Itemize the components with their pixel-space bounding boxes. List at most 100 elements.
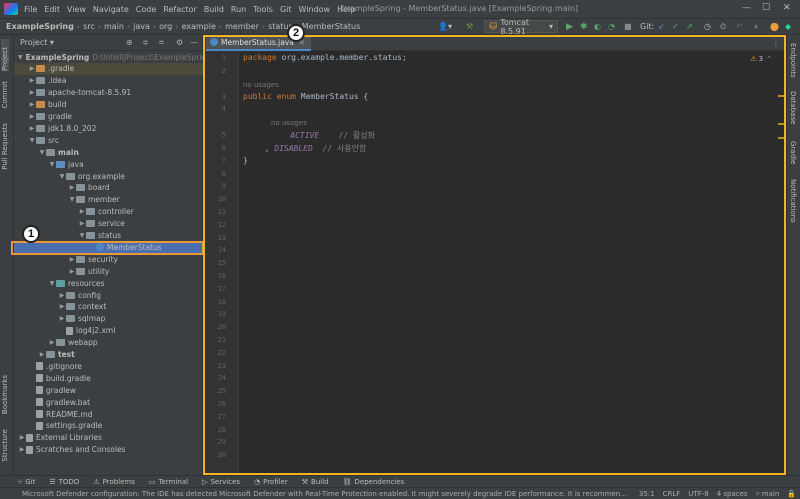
tree-item[interactable]: ▶ gradle xyxy=(14,111,203,123)
tree-item[interactable]: ▶ jdk1.8.0_202 xyxy=(14,122,203,134)
lock-icon[interactable]: 🔓 xyxy=(787,490,796,498)
project-view-selector[interactable]: Project ▾ xyxy=(20,38,54,47)
tree-item[interactable]: ▼ ExampleSpring D:\IntelliJProject\Example… xyxy=(14,51,211,63)
code-line[interactable]: public enum MemberStatus { xyxy=(243,92,368,101)
bottom-tool-services[interactable]: ▷ Services xyxy=(202,478,240,486)
close-icon[interactable]: ✕ xyxy=(783,3,791,13)
structure-tool-tab[interactable]: Structure xyxy=(1,429,9,462)
tree-item[interactable]: log4j2.xml xyxy=(14,325,203,337)
bottom-tool-profiler[interactable]: ◔ Profiler xyxy=(254,478,288,486)
chevron-right-icon[interactable]: ▶ xyxy=(28,125,36,132)
chevron-down-icon[interactable]: ▼ xyxy=(48,161,56,168)
chevron-right-icon[interactable]: ▶ xyxy=(38,351,46,358)
editor-scrollbar[interactable] xyxy=(778,65,784,465)
tree-item[interactable]: settings.gradle xyxy=(14,420,203,432)
bookmarks-tool-tab[interactable]: Bookmarks xyxy=(1,375,9,414)
menu-build[interactable]: Build xyxy=(204,5,224,14)
usage-hint[interactable]: no usages xyxy=(243,81,279,89)
chevron-down-icon[interactable]: ▼ xyxy=(28,137,36,144)
indent-setting[interactable]: 4 spaces xyxy=(717,490,748,498)
tree-item[interactable]: MemberStatus xyxy=(14,241,203,254)
project-tool-tab[interactable]: Project xyxy=(1,39,9,71)
gradle-tool-tab[interactable]: Gradle xyxy=(789,141,797,164)
git-push-icon[interactable]: ↗ xyxy=(686,20,693,33)
menu-git[interactable]: Git xyxy=(280,5,292,14)
menu-window[interactable]: Window xyxy=(299,5,331,14)
menu-code[interactable]: Code xyxy=(136,5,156,14)
breadcrumb-item[interactable]: member xyxy=(225,22,259,31)
hammer-icon[interactable]: ⚒ xyxy=(466,20,473,33)
menu-file[interactable]: File xyxy=(24,5,37,14)
tree-item[interactable]: ▶ apache-tomcat-8.5.91 xyxy=(14,87,203,99)
git-history-icon[interactable]: ◷ xyxy=(704,20,711,33)
inspection-widget[interactable]: ⚠ 3 ⌃ xyxy=(750,55,772,63)
caret-position[interactable]: 35:1 xyxy=(639,490,655,498)
code-line[interactable]: } xyxy=(243,156,248,165)
minimize-icon[interactable]: — xyxy=(742,3,751,13)
chevron-right-icon[interactable]: ▶ xyxy=(58,315,66,322)
line-separator[interactable]: CRLF xyxy=(663,490,681,498)
database-tool-tab[interactable]: Database xyxy=(789,91,797,124)
bottom-tool-problems[interactable]: ⚠ Problems xyxy=(93,478,135,486)
tree-item[interactable]: ▼ java xyxy=(14,158,203,170)
chevron-right-icon[interactable]: ▶ xyxy=(68,268,76,275)
plugin-icon[interactable]: ◆ xyxy=(785,20,791,33)
tree-item[interactable]: .gitignore xyxy=(14,360,203,372)
locate-icon[interactable]: ⊕ xyxy=(126,38,133,47)
tab-menu-icon[interactable]: ⋮ xyxy=(772,38,780,47)
chevron-right-icon[interactable]: ▶ xyxy=(28,65,36,72)
tree-item[interactable]: ▶ security xyxy=(14,253,203,265)
tree-item[interactable]: ▶ .gradle xyxy=(14,62,203,75)
git-branch[interactable]: main xyxy=(762,490,780,498)
code-line[interactable]: , DISABLED // 사용안함 xyxy=(255,143,367,154)
endpoints-tool-tab[interactable]: Endpoints xyxy=(789,43,797,78)
ide-update-icon[interactable]: ⬤ xyxy=(770,20,779,33)
bottom-tool-build[interactable]: ⚒ Build xyxy=(302,478,329,486)
status-message[interactable]: Microsoft Defender configuration: The ID… xyxy=(22,489,674,499)
chevron-right-icon[interactable]: ▶ xyxy=(18,434,26,441)
chevron-right-icon[interactable]: ▶ xyxy=(28,113,36,120)
tree-item[interactable]: gradlew.bat xyxy=(14,396,203,408)
chevron-right-icon[interactable]: ▶ xyxy=(58,292,66,299)
profile-icon[interactable]: ◔ xyxy=(608,20,615,33)
usage-hint[interactable]: no usages xyxy=(271,119,307,127)
chevron-down-icon[interactable]: ▼ xyxy=(48,280,56,287)
menu-tools[interactable]: Tools xyxy=(253,5,273,14)
tree-item[interactable]: ▼ org.example xyxy=(14,170,203,182)
tree-item[interactable]: ▼ member xyxy=(14,194,203,206)
tree-item[interactable]: ▶ Scratches and Consoles xyxy=(14,444,203,456)
collapse-all-icon[interactable]: ≐ xyxy=(158,38,165,47)
tree-item[interactable]: ▶ test xyxy=(14,349,203,361)
code-line[interactable]: package org.example.member.status; xyxy=(243,53,407,62)
bottom-tool-dependencies[interactable]: ⛓ Dependencies xyxy=(343,478,405,486)
chevron-right-icon[interactable]: ▶ xyxy=(48,339,56,346)
chevron-right-icon[interactable]: ▶ xyxy=(18,446,26,453)
pull-requests-tool-tab[interactable]: Pull Requests xyxy=(1,123,9,170)
run-config-selector[interactable]: 🐱 Tomcat 8.5.91 ▾ xyxy=(484,18,558,36)
breadcrumb-item[interactable]: src xyxy=(83,22,95,31)
chevron-down-icon[interactable]: ▼ xyxy=(18,54,23,61)
tree-item[interactable]: ▼ resources xyxy=(14,277,203,289)
tree-item[interactable]: ▼ status xyxy=(14,230,203,242)
settings-gear-icon[interactable]: ⚙ xyxy=(176,38,183,47)
commit-tool-tab[interactable]: Commit xyxy=(1,81,9,109)
bottom-tool-git[interactable]: ⑂ Git xyxy=(18,478,35,486)
breadcrumb-item[interactable]: java xyxy=(133,22,150,31)
chevron-right-icon[interactable]: ▶ xyxy=(58,303,66,310)
tree-item[interactable]: ▶ context xyxy=(14,301,203,313)
chevron-right-icon[interactable]: ▶ xyxy=(28,101,36,108)
menu-view[interactable]: View xyxy=(67,5,86,14)
expand-all-icon[interactable]: ≑ xyxy=(142,38,149,47)
search-everywhere-icon[interactable]: ⌕ xyxy=(754,20,758,33)
tree-item[interactable]: build.gradle xyxy=(14,372,203,384)
debug-icon[interactable]: ✱ xyxy=(580,20,588,33)
chevron-down-icon[interactable]: ▼ xyxy=(38,149,46,156)
history-icon[interactable]: ⏲ xyxy=(720,20,726,33)
maximize-icon[interactable]: ☐ xyxy=(762,3,770,13)
menu-navigate[interactable]: Navigate xyxy=(93,5,129,14)
tree-item[interactable]: ▶ webapp xyxy=(14,337,203,349)
file-encoding[interactable]: UTF-8 xyxy=(688,490,708,498)
chevron-right-icon[interactable]: ▶ xyxy=(28,77,36,84)
chevron-right-icon[interactable]: ▶ xyxy=(68,256,76,263)
git-commit-icon[interactable]: ✓ xyxy=(672,20,679,33)
